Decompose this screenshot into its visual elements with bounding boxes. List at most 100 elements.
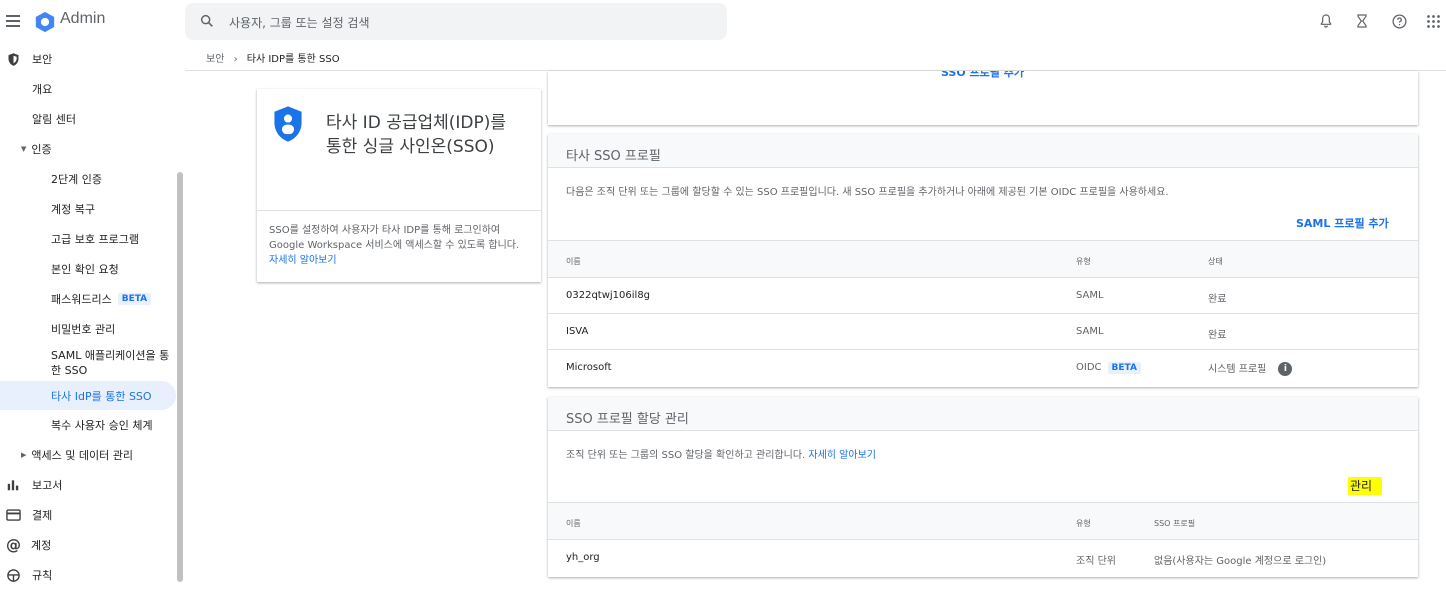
cell-type: SAML <box>1076 290 1104 301</box>
cell-status: 완료 <box>1208 330 1227 341</box>
cell-type: OIDC BETA <box>1076 362 1141 374</box>
sso-assignment-card: SSO 프로필 할당 관리 조직 단위 또는 그룹의 SSO 할당을 확인하고 … <box>548 397 1418 577</box>
manage-button[interactable]: 관리 <box>1348 477 1383 495</box>
menu-icon[interactable] <box>6 12 20 32</box>
sidebar-item-auth[interactable]: ▼ 인증 <box>0 135 176 163</box>
sidebar-item-multi-party-approval[interactable]: 복수 사용자 승인 체계 <box>0 411 176 439</box>
sidebar-item-login-challenge[interactable]: 본인 확인 요청 <box>0 255 176 283</box>
table-row[interactable]: ISVA SAML 완료 <box>548 314 1418 350</box>
search-input[interactable]: 사용자, 그룹 또는 설정 검색 <box>229 14 370 31</box>
sidebar-item-saml-sso[interactable]: SAML 애플리케이션을 통한 SSO <box>0 346 176 380</box>
table-row[interactable]: Microsoft OIDC BETA 시스템 프로필 i <box>548 350 1418 386</box>
table-row[interactable]: yh_org 조직 단위 없음(사용자는 Google 계정으로 로그인) <box>548 540 1418 576</box>
cell-type: 조직 단위 <box>1076 556 1116 567</box>
cell-type: SAML <box>1076 326 1104 337</box>
shield-user-icon <box>274 106 302 142</box>
beta-badge: BETA <box>1107 362 1141 374</box>
sidebar-item-label: 액세스 및 데이터 관리 <box>31 449 133 462</box>
breadcrumb-parent[interactable]: 보안 <box>206 54 224 65</box>
cell-name: 0322qtwj106il8g <box>566 290 651 301</box>
info-card: 타사 ID 공급업체(IDP)를 통한 싱글 사인온(SSO) SSO를 설정하… <box>257 89 541 282</box>
sidebar-item-2sv[interactable]: 2단계 인증 <box>0 165 176 193</box>
sidebar-item-reports[interactable]: 보고서 <box>0 471 176 499</box>
search-bar[interactable]: 사용자, 그룹 또는 설정 검색 <box>185 3 727 40</box>
admin-logo-icon[interactable] <box>34 11 56 33</box>
sidebar-item-label: 본인 확인 요청 <box>51 263 119 276</box>
column-header-type[interactable]: 유형 <box>1076 518 1091 529</box>
cell-sso-profile: 없음(사용자는 Google 계정으로 로그인) <box>1154 556 1327 567</box>
sidebar-item-advanced-protection[interactable]: 고급 보호 프로그램 <box>0 225 176 253</box>
breadcrumb-separator: › <box>233 54 238 65</box>
add-saml-profile-button[interactable]: SAML 프로필 추가 <box>1296 215 1389 231</box>
sidebar-item-label: 고급 보호 프로그램 <box>51 233 139 246</box>
cell-type-text: OIDC <box>1076 362 1102 373</box>
sidebar-item-label: 복수 사용자 승인 체계 <box>51 419 153 432</box>
cell-status: 완료 <box>1208 294 1227 305</box>
notifications-icon[interactable] <box>1315 10 1337 32</box>
sso-profiles-title: 타사 SSO 프로필 <box>566 149 661 164</box>
sidebar-item-label: 결제 <box>32 509 53 522</box>
sidebar-item-label: 계정 <box>31 539 52 552</box>
sso-profiles-header: 타사 SSO 프로필 <box>548 134 1418 168</box>
sidebar-item-third-party-idp-sso[interactable]: 타사 IdP를 통한 SSO <box>0 381 176 410</box>
sidebar-item-overview[interactable]: 개요 <box>0 75 176 103</box>
sidebar-item-security[interactable]: 보안 <box>0 45 176 73</box>
column-header-name[interactable]: 이름 <box>566 256 581 267</box>
sso-profiles-card: 타사 SSO 프로필 다음은 조직 단위 또는 그룹에 할당할 수 있는 SSO… <box>548 134 1418 387</box>
breadcrumb: 보안 › 타사 IDP를 통한 SSO <box>206 50 340 65</box>
info-card-title: 타사 ID 공급업체(IDP)를 통한 싱글 사인온(SSO) <box>326 113 507 157</box>
help-icon[interactable] <box>1388 10 1410 32</box>
account-icon: @ <box>6 536 21 554</box>
info-card-desc-text: SSO를 설정하여 사용자가 타사 IDP를 통해 로그인하여 Google W… <box>269 225 520 251</box>
hourglass-icon[interactable] <box>1351 10 1373 32</box>
app-title[interactable]: Admin <box>60 10 105 28</box>
learn-more-link[interactable]: 자세히 알아보기 <box>808 450 876 461</box>
sidebar-item-label: 패스워드리스 <box>51 293 112 306</box>
shield-icon <box>8 52 19 66</box>
sidebar-item-label: 보고서 <box>32 479 63 492</box>
beta-badge: BETA <box>117 293 152 305</box>
table-row[interactable]: 0322qtwj106il8g SAML 완료 <box>548 278 1418 314</box>
column-header-name[interactable]: 이름 <box>566 518 581 529</box>
sso-profiles-table-header: 이름 유형 상태 <box>548 240 1418 278</box>
info-card-divider <box>257 210 541 211</box>
sidebar-item-password-management[interactable]: 비밀번호 관리 <box>0 315 176 343</box>
top-app-bar: Admin 사용자, 그룹 또는 설정 검색 <box>0 0 1446 44</box>
cell-status: 시스템 프로필 i <box>1208 360 1293 376</box>
learn-more-link[interactable]: 자세히 알아보기 <box>269 255 337 266</box>
sidebar-item-billing[interactable]: 결제 <box>0 501 176 529</box>
manage-button-label: 관리 <box>1348 477 1383 495</box>
rules-icon <box>7 568 20 582</box>
column-header-type[interactable]: 유형 <box>1076 256 1091 267</box>
sso-assignment-table-header: 이름 유형 SSO 프로필 <box>548 502 1418 540</box>
sidebar-item-account[interactable]: @ 계정 <box>0 531 176 559</box>
sidebar-item-label: 인증 <box>31 143 52 156</box>
sidebar-item-label: 타사 IdP를 통한 SSO <box>51 389 152 403</box>
reports-icon <box>7 480 19 491</box>
sidebar-item-label: 2단계 인증 <box>51 173 102 186</box>
sso-assignment-header: SSO 프로필 할당 관리 <box>548 397 1418 431</box>
column-header-status[interactable]: 상태 <box>1208 256 1223 267</box>
sidebar-item-label: 개요 <box>32 83 53 96</box>
sso-assignment-desc-text: 조직 단위 또는 그룹의 SSO 할당을 확인하고 관리합니다. <box>566 450 806 461</box>
caret-right-icon: ▶ <box>21 451 27 459</box>
column-header-sso-profile[interactable]: SSO 프로필 <box>1154 518 1195 529</box>
sidebar-item-alert-center[interactable]: 알림 센터 <box>0 105 176 133</box>
sidebar-scrollbar[interactable] <box>177 172 183 582</box>
add-sso-profile-link[interactable]: SSO 프로필 추가 <box>941 71 1024 80</box>
search-icon <box>200 14 213 27</box>
cell-name: yh_org <box>566 552 600 563</box>
cell-name: Microsoft <box>566 362 612 373</box>
sidebar-item-label: 알림 센터 <box>32 113 76 126</box>
caret-down-icon: ▼ <box>21 145 27 153</box>
sidebar-item-access-data[interactable]: ▶ 액세스 및 데이터 관리 <box>0 441 176 469</box>
sidebar-item-passwordless[interactable]: 패스워드리스 BETA <box>0 285 176 313</box>
sso-profiles-description: 다음은 조직 단위 또는 그룹에 할당할 수 있는 SSO 프로필입니다. 새 … <box>566 187 1169 198</box>
info-icon[interactable]: i <box>1278 362 1293 376</box>
cell-status-text: 시스템 프로필 <box>1208 364 1267 375</box>
sidebar-item-label: 비밀번호 관리 <box>51 323 116 336</box>
sidebar-item-account-recovery[interactable]: 계정 복구 <box>0 195 176 223</box>
sidebar-item-rules[interactable]: 규칙 <box>0 561 176 589</box>
sidebar-item-label: 보안 <box>32 53 53 66</box>
apps-icon[interactable] <box>1422 10 1444 32</box>
